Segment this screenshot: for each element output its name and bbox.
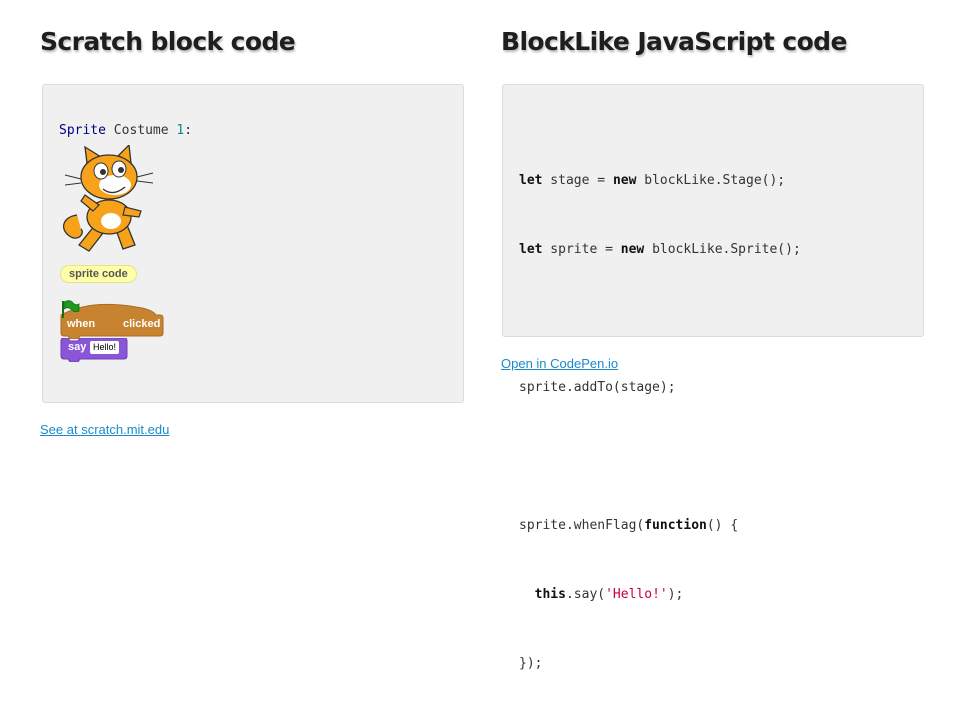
event-when-label: when: [67, 318, 96, 330]
code-line-4: sprite.addTo(stage);: [519, 380, 676, 395]
scratch-cat-sprite-icon: [63, 145, 154, 252]
say-block[interactable]: say Hello!: [60, 338, 128, 362]
code-line-1: let stage = new blockLike.Stage();: [519, 173, 786, 188]
code-line-7: this.say('Hello!');: [534, 587, 684, 602]
green-flag-icon: [62, 300, 80, 318]
open-in-codepen-link[interactable]: Open in CodePen.io: [501, 356, 618, 371]
sprite-code-comment: sprite code: [60, 265, 137, 283]
event-clicked-label: clicked: [123, 318, 161, 330]
code-panel: let stage = new blockLike.Stage(); let s…: [502, 84, 924, 671]
say-label: say: [68, 341, 87, 353]
sprite-costume-label: Sprite Costume 1:: [59, 123, 192, 138]
scratch-panel: Sprite Costume 1: sprite code when click…: [42, 84, 464, 403]
say-value-input[interactable]: Hello!: [90, 341, 120, 354]
colon: :: [184, 123, 193, 138]
code-line-2: let sprite = new blockLike.Sprite();: [519, 242, 801, 257]
blocklike-heading: BlockLike JavaScript code: [501, 27, 847, 56]
javascript-code-block: let stage = new blockLike.Stage(); let s…: [519, 123, 801, 721]
scratch-heading: Scratch block code: [40, 27, 296, 56]
when-flag-clicked-block[interactable]: when clicked: [60, 299, 164, 339]
costume-word: Costume: [105, 123, 177, 138]
code-line-8: });: [519, 656, 543, 671]
sprite-word: Sprite: [59, 123, 106, 138]
see-at-scratch-link[interactable]: See at scratch.mit.edu: [40, 422, 169, 437]
code-line-6: sprite.whenFlag(function() {: [519, 518, 739, 533]
